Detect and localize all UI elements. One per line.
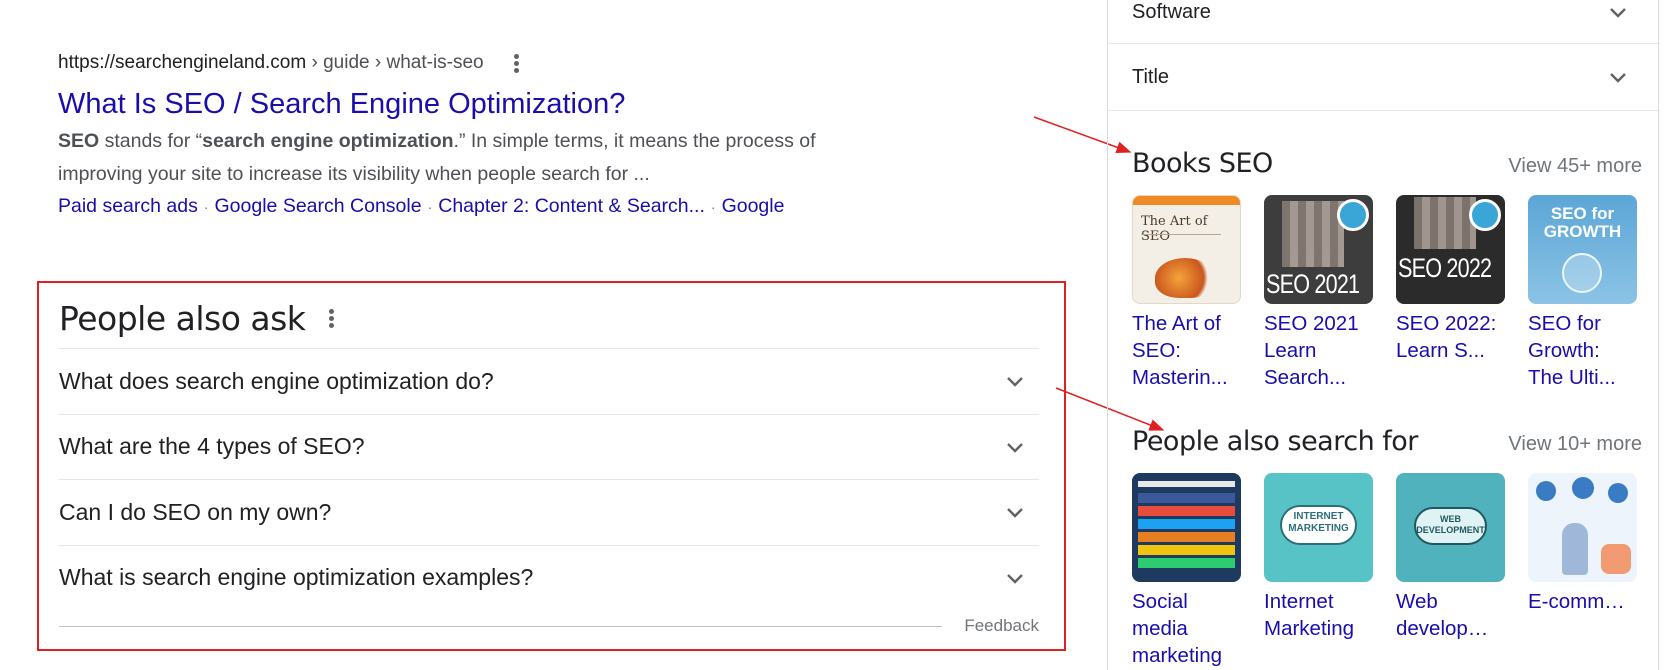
paa-question[interactable]: What is search engine optimization examp… — [59, 544, 1039, 611]
book-title: SEO 2022: Learn S... — [1396, 312, 1497, 362]
sitelink-separator: · — [427, 199, 433, 215]
book-card[interactable]: The Art of SEO The Art of SEO: Masterin.… — [1132, 195, 1241, 391]
result-title-link[interactable]: What Is SEO / Search Engine Optimization… — [58, 86, 918, 122]
accordion-label: Software — [1132, 0, 1211, 23]
people-also-ask-footer: Feedback — [59, 616, 1039, 636]
paa-question-text: What does search engine optimization do? — [59, 367, 494, 394]
book-cover-image: SEO 2021 — [1264, 195, 1373, 304]
books-section-title: Books SEO — [1132, 148, 1273, 179]
result-sitelinks: Paid search ads · Google Search Console · Ch… — [58, 191, 918, 222]
chevron-down-icon — [1007, 508, 1023, 518]
search-result: https://searchengineland.com › guide › w… — [58, 50, 918, 222]
people-also-ask-more-icon[interactable] — [329, 309, 335, 328]
people-also-ask-title: People also ask — [59, 299, 306, 338]
knowledge-panel: Software Title Books SEO View 45+ more T… — [1107, 0, 1660, 670]
lightbulb-illustration — [1562, 253, 1602, 293]
related-view-more-link[interactable]: View 10+ more — [1508, 433, 1642, 456]
book-cover-image: SEO for GROWTH — [1528, 195, 1637, 304]
thumbnail-caption: WEB DEVELOPMENT — [1416, 514, 1485, 535]
books-section-header: Books SEO View 45+ more — [1132, 148, 1642, 179]
book-cover-title: SEO for GROWTH — [1543, 204, 1622, 241]
book-card[interactable]: SEO 2021 SEO 2021 Learn Search... — [1264, 195, 1373, 391]
result-snippet: SEO stands for “search engine optimizati… — [58, 125, 918, 191]
book-title: SEO for Growth: The Ulti... — [1528, 312, 1616, 389]
related-search-card[interactable]: Social media marketing — [1132, 473, 1241, 669]
sitelink-chapter-2[interactable]: Chapter 2: Content & Search... — [438, 195, 705, 217]
book-cover-title: SEO 2022 — [1398, 253, 1492, 283]
paa-question[interactable]: What does search engine optimization do? — [59, 348, 1039, 414]
chevron-down-icon — [1610, 8, 1626, 18]
result-domain: https://searchengineland.com — [58, 52, 307, 73]
result-more-options-icon[interactable] — [513, 53, 519, 73]
people-also-ask-header: People also ask — [59, 299, 335, 338]
book-card[interactable]: SEO for GROWTH SEO for Growth: The Ulti.… — [1528, 195, 1637, 391]
hummingbird-illustration — [1155, 258, 1215, 298]
chevron-down-icon — [1007, 442, 1023, 453]
web-development-thumbnail: WEB DEVELOPMENT — [1396, 473, 1505, 582]
book-title: The Art of SEO: Masterin... — [1132, 312, 1228, 389]
accordion-title[interactable]: Title — [1132, 57, 1642, 97]
divider — [59, 625, 943, 627]
paa-question-text: What is search engine optimization examp… — [59, 564, 534, 591]
related-section-header: People also search for View 10+ more — [1132, 426, 1642, 457]
divider — [1108, 43, 1660, 44]
accordion-software[interactable]: Software — [1132, 0, 1642, 32]
book-title: SEO 2021 Learn Search... — [1264, 312, 1359, 389]
related-search-label: Internet Marketing — [1264, 590, 1355, 640]
result-breadcrumb-path: › guide › what-is-seo — [306, 52, 484, 73]
people-also-ask-list: What does search engine optimization do?… — [59, 348, 1039, 610]
feedback-link[interactable]: Feedback — [964, 616, 1039, 636]
related-search-card[interactable]: WEB DEVELOPMENT Web develop… — [1396, 473, 1505, 669]
related-search-card[interactable]: INTERNET MARKETING Internet Marketing — [1264, 473, 1373, 669]
paa-question-text: Can I do SEO on my own? — [59, 498, 332, 525]
result-url[interactable]: https://searchengineland.com › guide › w… — [58, 52, 484, 74]
sitelink-google-search-console[interactable]: Google Search Console — [215, 195, 422, 217]
paa-question-text: What are the 4 types of SEO? — [59, 433, 365, 460]
book-cover-image: The Art of SEO — [1132, 195, 1241, 304]
social-media-infographic-thumbnail — [1132, 473, 1241, 582]
related-search-card[interactable]: E-comm… — [1528, 473, 1637, 669]
sitelink-paid-search-ads[interactable]: Paid search ads — [58, 195, 198, 217]
chevron-down-icon — [1007, 377, 1023, 387]
book-card[interactable]: SEO 2022 SEO 2022: Learn S... — [1396, 195, 1505, 391]
e-commerce-thumbnail — [1528, 473, 1637, 582]
related-section-title: People also search for — [1132, 426, 1418, 457]
divider — [1108, 110, 1660, 111]
paa-question[interactable]: Can I do SEO on my own? — [59, 479, 1039, 545]
accordion-label: Title — [1132, 65, 1170, 88]
people-also-ask-highlight-box: People also ask What does search engine … — [37, 281, 1066, 651]
result-cite-row: https://searchengineland.com › guide › w… — [58, 50, 918, 76]
paa-question[interactable]: What are the 4 types of SEO? — [59, 413, 1039, 480]
related-search-label: Web develop… — [1396, 590, 1489, 640]
snippet-line-2: improving your site to increase its visi… — [58, 163, 650, 185]
internet-marketing-thumbnail: INTERNET MARKETING — [1264, 473, 1373, 582]
sitelink-google[interactable]: Google — [722, 195, 785, 217]
related-search-label: Social media marketing — [1132, 590, 1223, 667]
sitelink-separator: · — [710, 199, 716, 215]
books-view-more-link[interactable]: View 45+ more — [1508, 155, 1642, 178]
books-carousel: The Art of SEO The Art of SEO: Masterin.… — [1132, 195, 1637, 391]
related-carousel: Social media marketing INTERNET MARKETIN… — [1132, 473, 1637, 669]
book-cover-image: SEO 2022 — [1396, 195, 1505, 304]
book-cover-title: SEO 2021 — [1266, 269, 1360, 299]
related-search-label: E-comm… — [1528, 590, 1625, 613]
sitelink-separator: · — [203, 199, 209, 215]
snippet-line-1: SEO stands for “search engine optimizati… — [58, 130, 816, 152]
thumbnail-caption: INTERNET MARKETING — [1288, 511, 1349, 534]
chevron-down-icon — [1610, 73, 1626, 83]
chevron-down-icon — [1007, 573, 1023, 584]
